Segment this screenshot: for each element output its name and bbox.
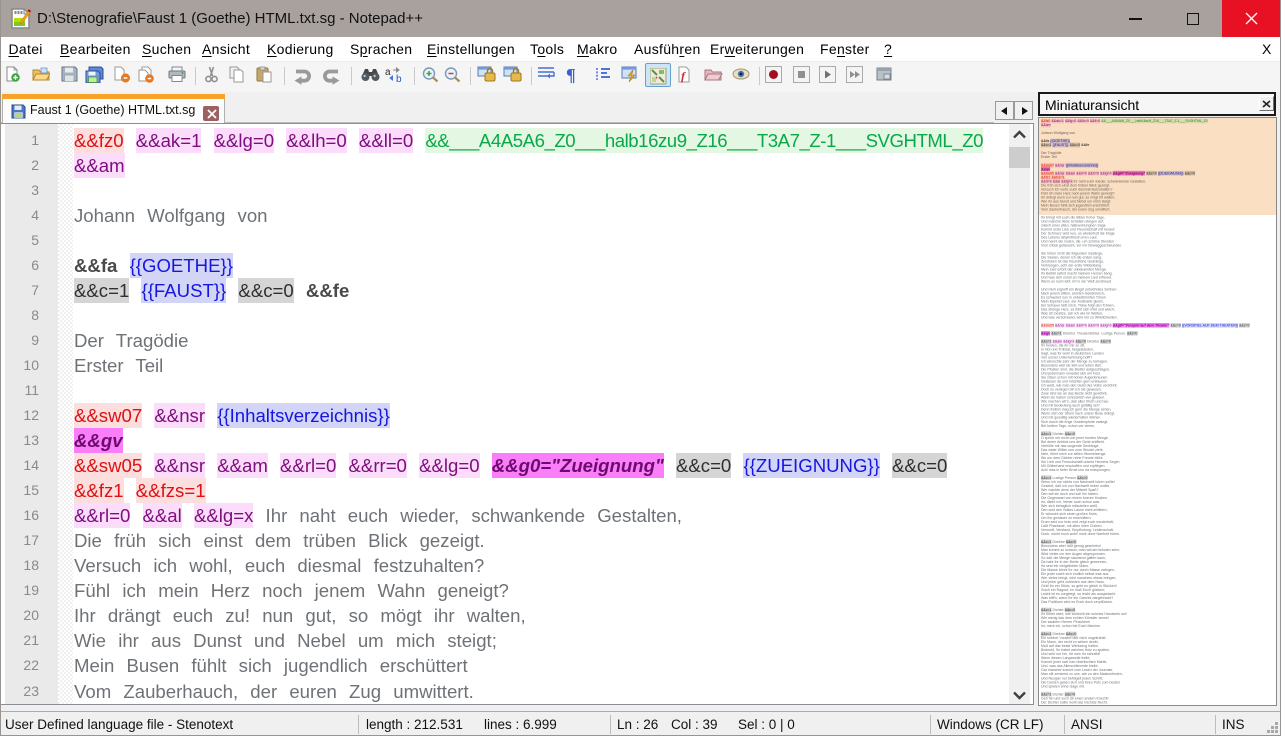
svg-text:a: a	[385, 67, 391, 78]
svg-text:b: b	[396, 74, 402, 83]
svg-text:¶: ¶	[566, 66, 576, 84]
